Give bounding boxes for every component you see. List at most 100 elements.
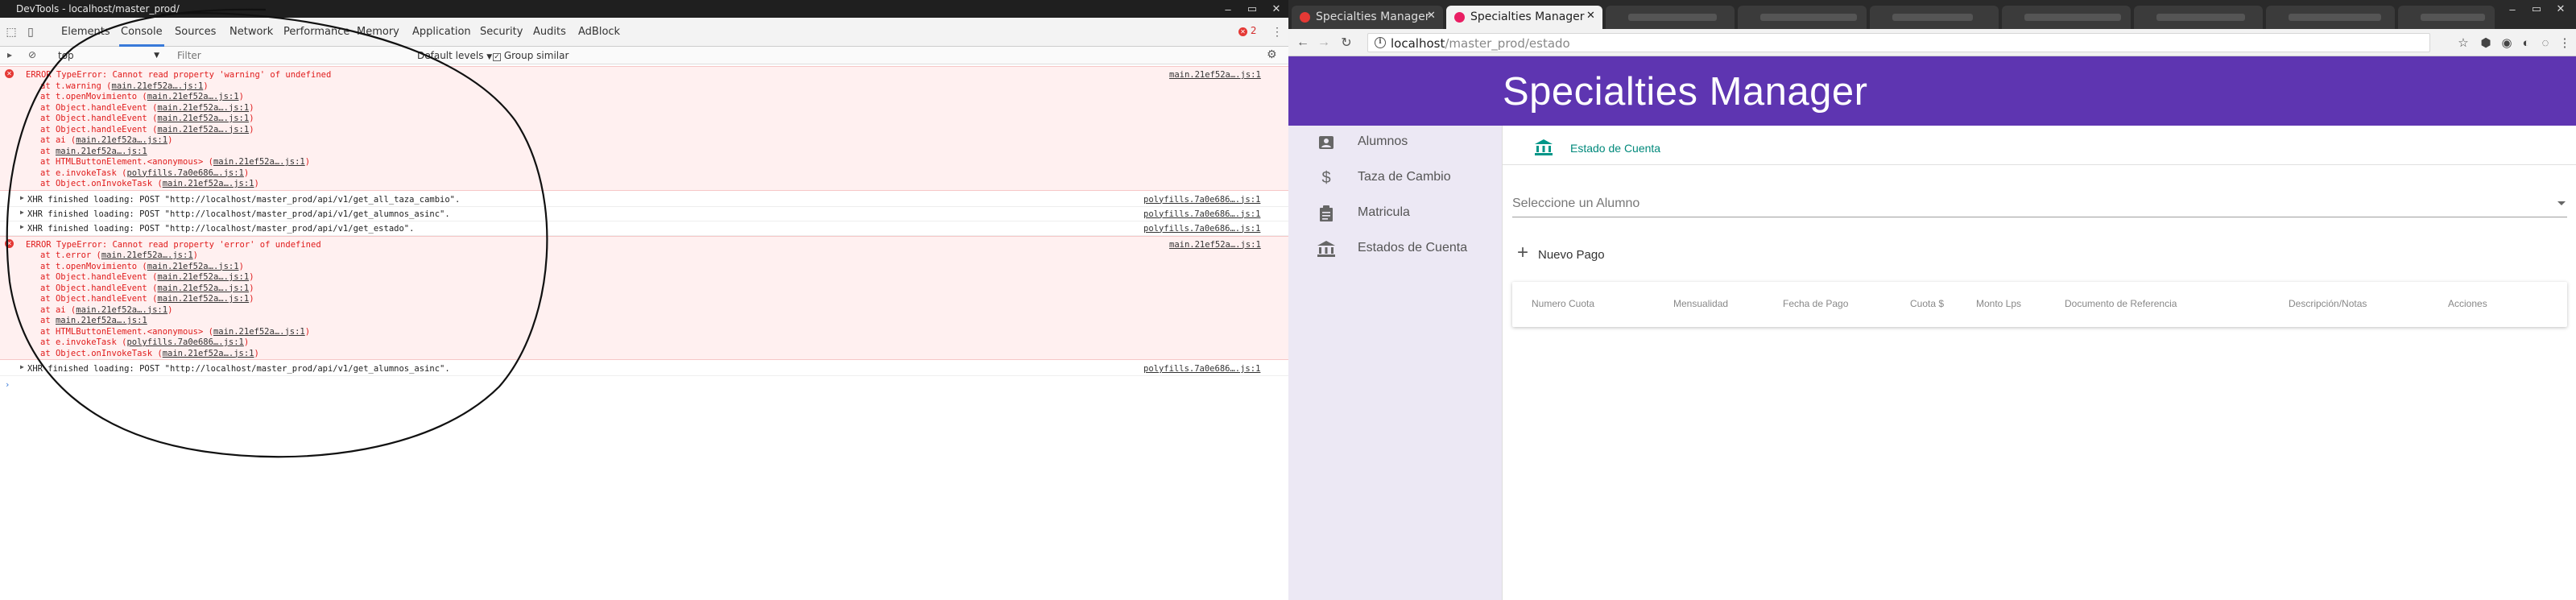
bookmark-star-icon[interactable]: ☆ [2456, 35, 2471, 50]
stack-frame-link[interactable]: main.21ef52a….js:1 [76, 135, 167, 145]
stack-frame-link[interactable]: main.21ef52a….js:1 [163, 179, 254, 188]
sidebar-item-taza-de-cambio[interactable]: $ Taza de Cambio [1317, 168, 1495, 188]
stack-frame-link[interactable]: main.21ef52a….js:1 [56, 147, 147, 156]
devtools-window: DevTools - localhost/master_prod/ – ▭ ✕ … [0, 0, 1288, 600]
browser-tab-8[interactable] [2266, 6, 2395, 29]
sidebar-item-estados-de-cuenta[interactable]: Estados de Cuenta [1317, 238, 1495, 259]
browser-tab-9[interactable] [2398, 6, 2495, 29]
tab-performance[interactable]: Performance [282, 18, 351, 47]
stack-frame-link[interactable]: main.21ef52a….js:1 [157, 114, 249, 123]
console-xhr-message[interactable]: ▶ XHR finished loading: POST "http://loca… [0, 192, 1288, 207]
tab-application[interactable]: Application [411, 18, 473, 47]
stack-frame-text: at Object.handleEvent ( [40, 124, 158, 134]
tab-console[interactable]: Console [119, 18, 164, 47]
inspect-element-icon[interactable]: ⬚ [3, 23, 19, 39]
error-count-badge[interactable]: ✕ 2 [1238, 25, 1256, 36]
console-error-message[interactable]: ✕ ERROR TypeError: Cannot read property '… [0, 235, 1288, 360]
student-select[interactable]: Seleccione un Alumno [1512, 190, 2567, 217]
close-tab-icon[interactable]: ✕ [1586, 10, 1595, 22]
console-xhr-message[interactable]: ▶ XHR finished loading: POST "http://loca… [0, 362, 1288, 376]
forward-icon[interactable]: → [1316, 35, 1332, 51]
maximize-icon[interactable]: ▭ [2524, 0, 2549, 18]
source-link[interactable]: main.21ef52a….js:1 [1169, 239, 1261, 250]
extension-icon[interactable]: ◐ [2519, 35, 2533, 50]
tab-adblock[interactable]: AdBlock [577, 18, 622, 47]
browser-tab-5[interactable] [1870, 6, 1999, 29]
source-link[interactable]: polyfills.7a0e686….js:1 [1143, 194, 1260, 205]
console-xhr-message[interactable]: ▶ XHR finished loading: POST "http://loca… [0, 207, 1288, 221]
stack-frame-link[interactable]: main.21ef52a….js:1 [157, 103, 249, 113]
stack-frame-link[interactable]: main.21ef52a….js:1 [147, 262, 239, 271]
stack-frame: at Object.handleEvent (main.21ef52a….js:… [40, 293, 254, 304]
source-link[interactable]: polyfills.7a0e686….js:1 [1143, 363, 1260, 374]
clear-console-icon[interactable]: ⊘ [26, 48, 39, 62]
info-icon[interactable]: i [1375, 37, 1386, 48]
tab-network[interactable]: Network [228, 18, 275, 47]
log-levels-select[interactable]: Default levels ▼ [417, 49, 492, 62]
tab-elements[interactable]: Elements [60, 18, 112, 47]
console-prompt[interactable]: › [5, 379, 10, 391]
stack-frame-link[interactable]: main.21ef52a….js:1 [157, 125, 249, 134]
extension-icon[interactable]: ⬢ [2479, 35, 2493, 50]
stack-frame-link[interactable]: main.21ef52a….js:1 [163, 349, 254, 358]
expand-arrow-icon[interactable]: ▶ [20, 194, 24, 201]
stack-frame-link[interactable]: main.21ef52a….js:1 [213, 327, 305, 337]
minimize-icon[interactable]: – [1216, 0, 1240, 18]
minimize-icon[interactable]: – [2500, 0, 2524, 18]
console-filter-input[interactable] [177, 49, 403, 62]
device-toolbar-icon[interactable]: ▯ [23, 23, 39, 39]
stack-frame-link[interactable]: polyfills.7a0e686….js:1 [126, 337, 243, 347]
stack-frame-link[interactable]: main.21ef52a….js:1 [157, 272, 249, 282]
browser-tab-4[interactable] [1738, 6, 1867, 29]
sidebar: Alumnos $ Taza de Cambio Matricula Estad… [1288, 126, 1503, 600]
group-similar-toggle[interactable]: ✓ Group similar [493, 49, 569, 62]
browser-menu-icon[interactable]: ⋮ [2557, 35, 2572, 50]
more-options-icon[interactable]: ⋮ [1269, 23, 1285, 39]
stack-frame-text: ) [249, 102, 254, 113]
console-xhr-message[interactable]: ▶ XHR finished loading: POST "http://loca… [0, 221, 1288, 236]
source-link[interactable]: main.21ef52a….js:1 [1169, 69, 1261, 81]
table-header-cell: Acciones [2448, 298, 2487, 309]
stack-frame-link[interactable]: main.21ef52a….js:1 [112, 81, 204, 91]
browser-tab-1[interactable]: Specialties Manager ✕ [1292, 6, 1443, 29]
browser-tab-6[interactable] [2002, 6, 2131, 29]
extension-icon[interactable]: ◉ [2500, 35, 2514, 50]
close-icon[interactable]: ✕ [2549, 0, 2573, 18]
context-select[interactable]: top ▼ [58, 49, 163, 62]
address-bar[interactable]: i localhost/master_prod/estado [1367, 33, 2430, 52]
browser-tab-2[interactable]: Specialties Manager ✕ [1446, 6, 1602, 29]
close-tab-icon[interactable]: ✕ [1427, 10, 1436, 22]
sidebar-item-matricula[interactable]: Matricula [1317, 203, 1495, 224]
stack-frame-link[interactable]: main.21ef52a….js:1 [76, 305, 167, 315]
expand-arrow-icon[interactable]: ▶ [20, 209, 24, 216]
tab-audits[interactable]: Audits [531, 18, 568, 47]
stack-frame-link[interactable]: polyfills.7a0e686….js:1 [126, 168, 243, 178]
extension-icon[interactable]: ◌ [2538, 35, 2553, 50]
tab-memory[interactable]: Memory [355, 18, 401, 47]
expand-arrow-icon[interactable]: ▶ [20, 363, 24, 370]
browser-tab-7[interactable] [2134, 6, 2263, 29]
stack-frame-text: at Object.handleEvent ( [40, 283, 158, 293]
stack-frame-link[interactable]: main.21ef52a….js:1 [147, 92, 239, 101]
back-icon[interactable]: ← [1295, 35, 1311, 51]
source-link[interactable]: polyfills.7a0e686….js:1 [1143, 209, 1260, 220]
address-url[interactable]: localhost/master_prod/estado [1391, 36, 1570, 51]
close-icon[interactable]: ✕ [1264, 0, 1288, 18]
expand-arrow-icon[interactable]: ▶ [20, 223, 24, 230]
reload-icon[interactable]: ↻ [1338, 35, 1354, 51]
tab-sources[interactable]: Sources [173, 18, 217, 47]
console-error-message[interactable]: ✕ ERROR TypeError: Cannot read property '… [0, 66, 1288, 191]
source-link[interactable]: polyfills.7a0e686….js:1 [1143, 223, 1260, 234]
stack-frame-link[interactable]: main.21ef52a….js:1 [157, 283, 249, 293]
sidebar-item-alumnos[interactable]: Alumnos [1317, 132, 1495, 153]
stack-frame-link[interactable]: main.21ef52a….js:1 [213, 157, 305, 167]
checkbox-icon[interactable]: ✓ [493, 53, 501, 61]
show-sidebar-icon[interactable]: ▸ [3, 48, 16, 62]
stack-frame-link[interactable]: main.21ef52a….js:1 [101, 250, 193, 260]
browser-tab-3[interactable] [1606, 6, 1735, 29]
maximize-icon[interactable]: ▭ [1240, 0, 1264, 18]
stack-frame-link[interactable]: main.21ef52a….js:1 [157, 294, 249, 304]
tab-security[interactable]: Security [478, 18, 524, 47]
stack-frame-link[interactable]: main.21ef52a….js:1 [56, 316, 147, 325]
gear-icon[interactable]: ⚙ [1267, 48, 1277, 61]
